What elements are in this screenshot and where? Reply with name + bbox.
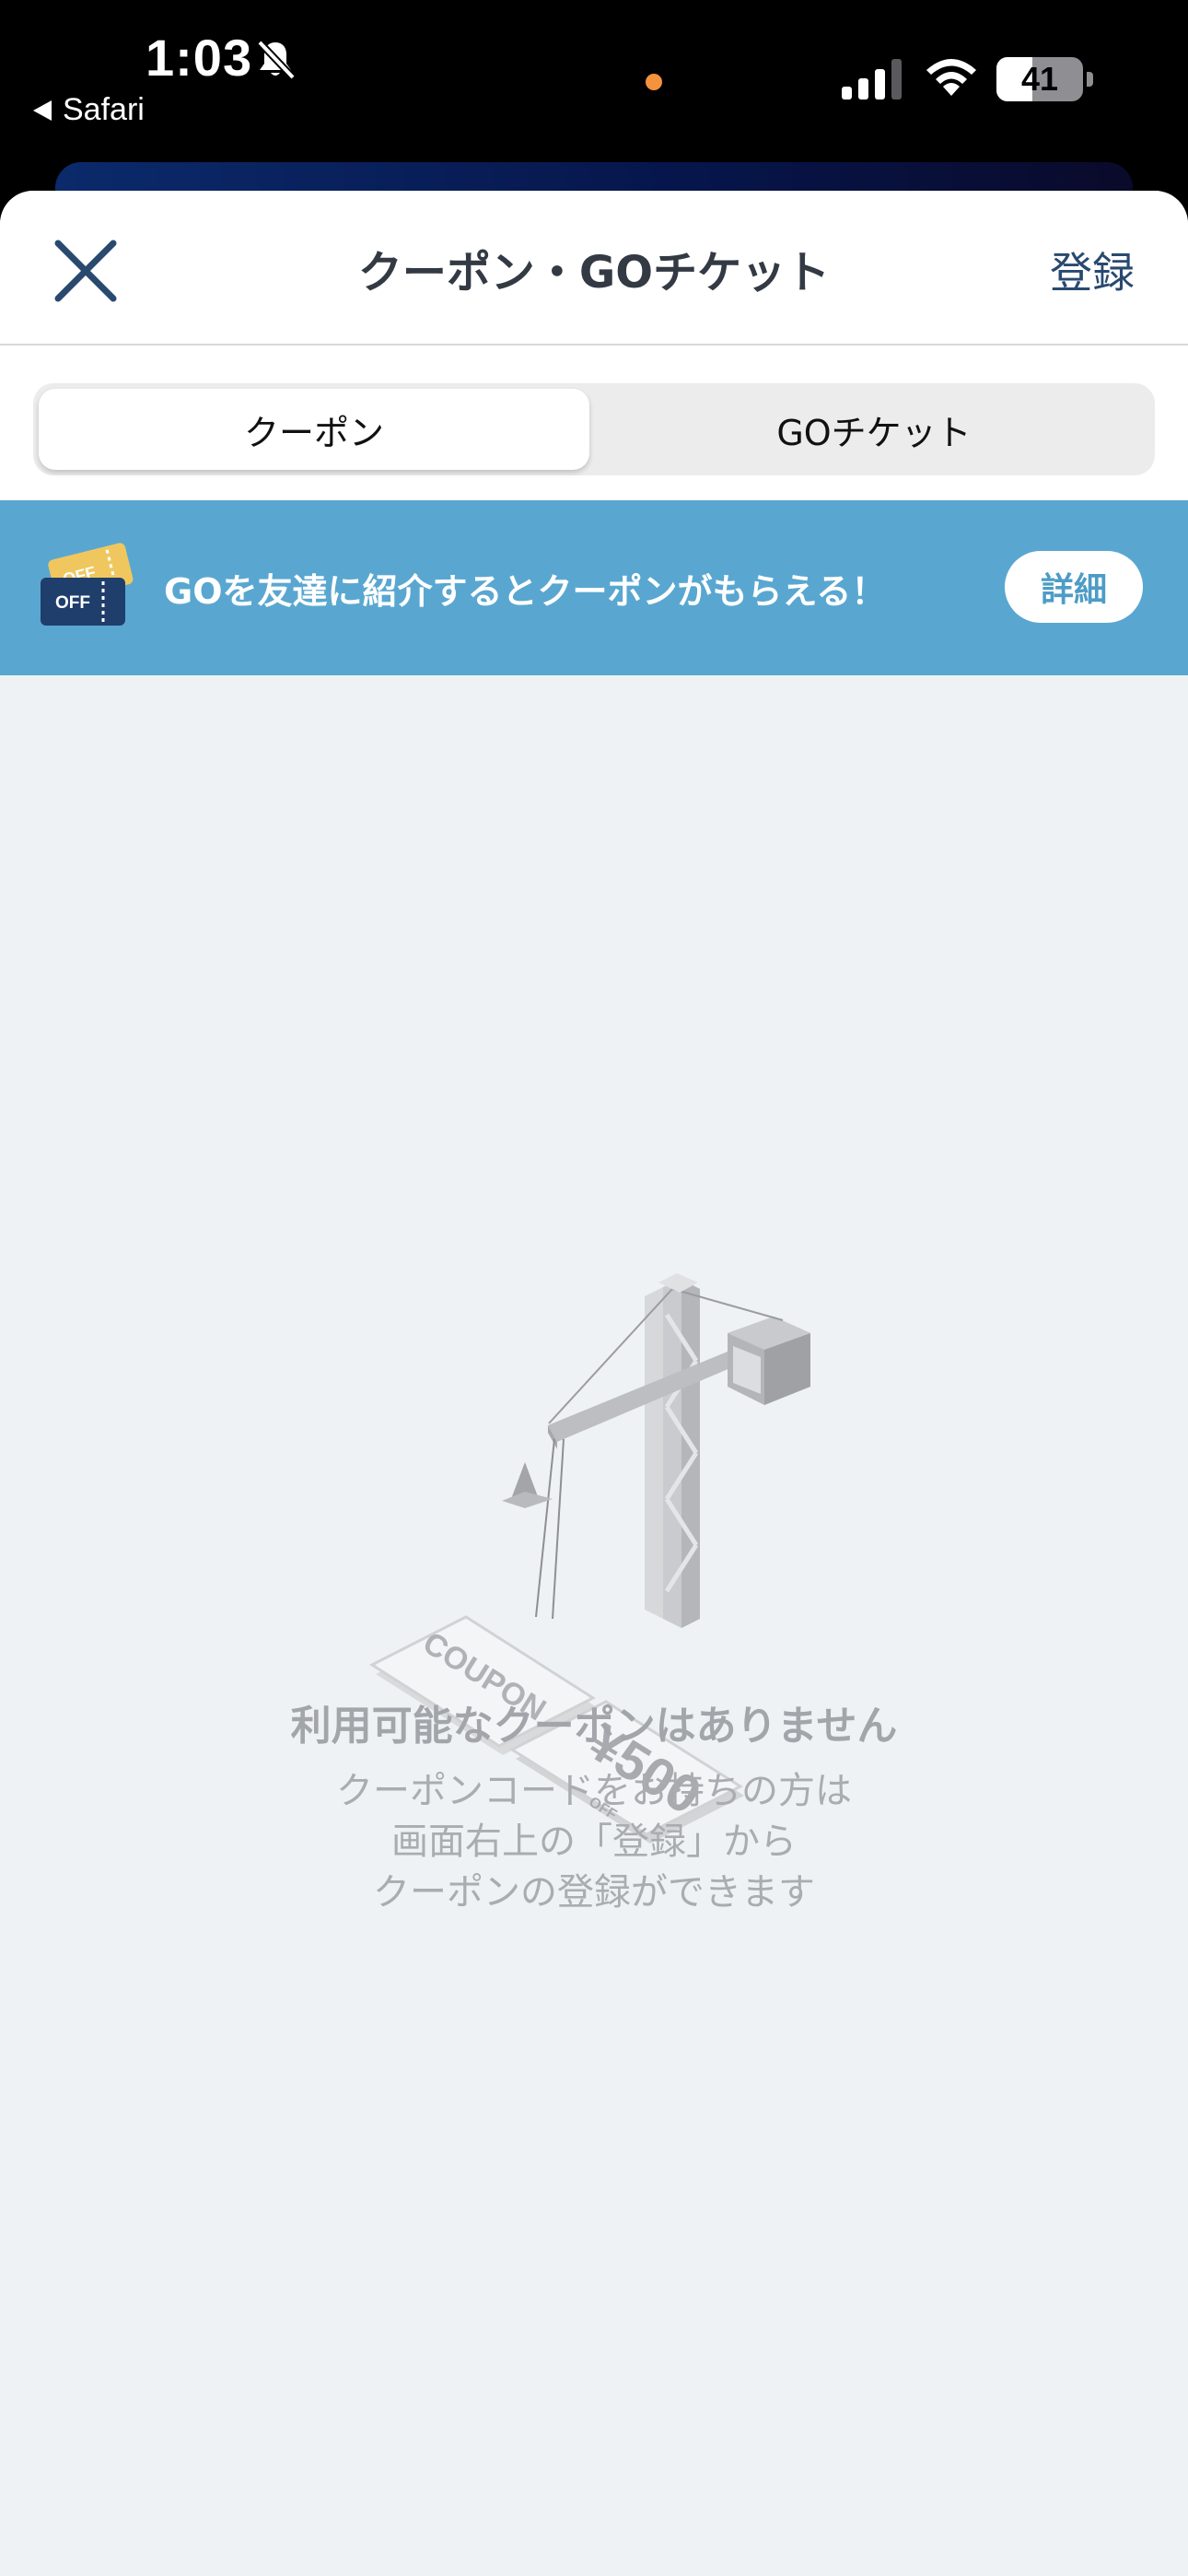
crane-icon [535, 1273, 810, 1628]
tab-coupon[interactable]: クーポン [39, 389, 589, 470]
segmented-control: クーポン GOチケット [33, 383, 1155, 475]
traffic-cone-icon [502, 1462, 553, 1508]
close-icon [54, 240, 117, 302]
battery-indicator: 41 [996, 57, 1083, 101]
back-to-safari-button[interactable]: Safari [33, 92, 145, 128]
battery-cap [1087, 72, 1093, 87]
bell-muted-icon [257, 40, 296, 80]
empty-state-line: 画面右上の「登録」から [391, 1821, 797, 1863]
privacy-indicator-dot [646, 74, 662, 90]
coupon-sheet: クーポン・GOチケット 登録 クーポン GOチケット OFF OFF GOを友達… [0, 191, 1188, 2576]
tab-bar: クーポン GOチケット [0, 345, 1188, 500]
ticket-front-text: OFF [55, 593, 90, 613]
tab-go-ticket[interactable]: GOチケット [599, 389, 1149, 470]
empty-state-line: クーポンの登録ができます [373, 1871, 815, 1914]
status-time: 1:03 [146, 29, 253, 87]
empty-coupon-illustration: COUPON ¥500 OFF [368, 1273, 810, 1844]
empty-state-line: クーポンコードをお持ちの方は [336, 1770, 852, 1812]
nav-bar: クーポン・GOチケット 登録 [0, 191, 1188, 345]
wifi-icon [926, 59, 976, 96]
empty-state-title: 利用可能なクーポンはありません [290, 1703, 898, 1750]
back-arrow-icon [33, 100, 52, 121]
referral-banner[interactable]: OFF OFF GOを友達に紹介するとクーポンがもらえる！ 詳細 [0, 500, 1188, 675]
empty-state-description: クーポンコードをお持ちの方は 画面右上の「登録」から クーポンの登録ができます [0, 1766, 1188, 1918]
status-bar: 1:03 Safari 41 [0, 0, 1188, 217]
register-button[interactable]: 登録 [1050, 235, 1135, 305]
back-app-label: Safari [63, 92, 145, 127]
referral-banner-text: GOを友達に紹介するとクーポンがもらえる！ [164, 570, 887, 612]
page-title: クーポン・GOチケット [357, 247, 831, 299]
close-button[interactable] [44, 229, 127, 312]
cellular-signal-icon [842, 59, 902, 100]
details-button[interactable]: 詳細 [1005, 551, 1143, 623]
tickets-icon: OFF OFF [41, 543, 134, 626]
battery-percent: 41 [1020, 60, 1059, 98]
